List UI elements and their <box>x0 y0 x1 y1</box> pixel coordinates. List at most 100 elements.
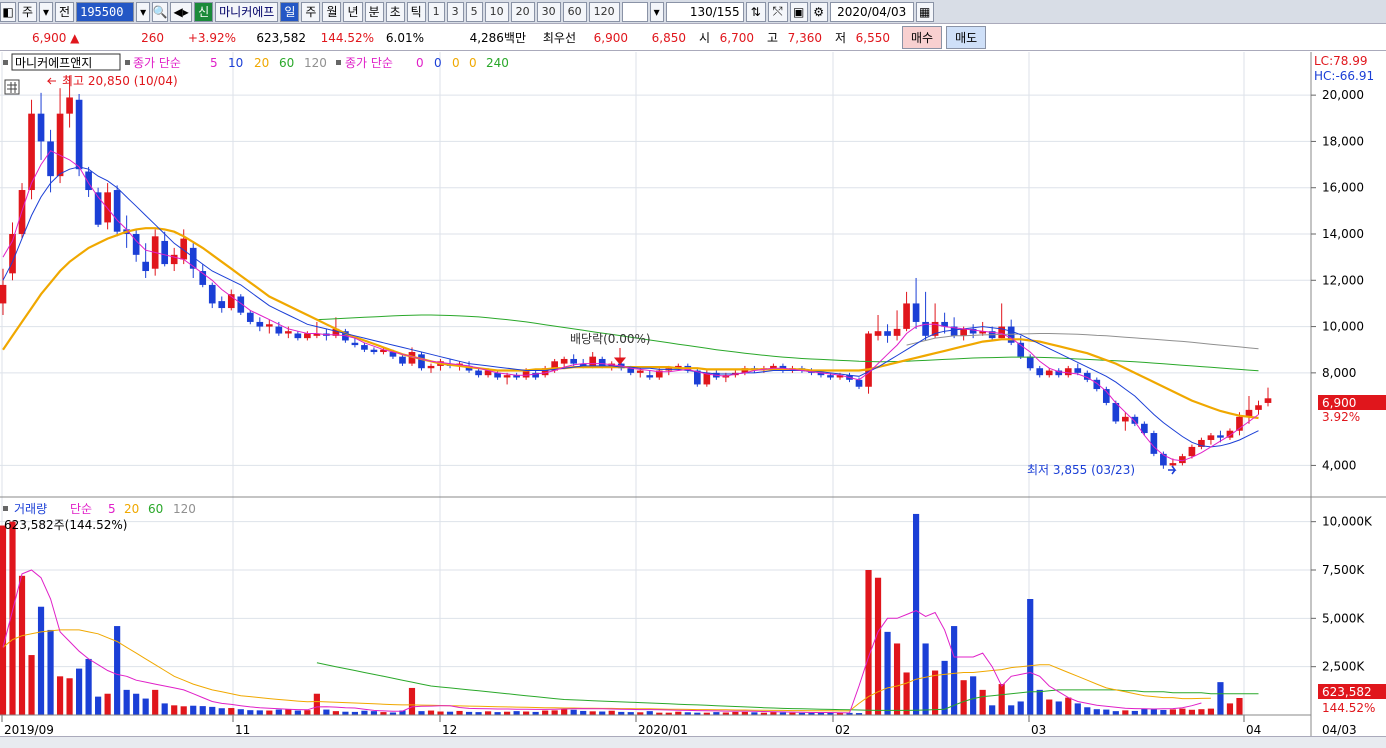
candle <box>218 301 226 309</box>
candle <box>475 370 482 376</box>
volume-bar <box>1169 709 1176 715</box>
x-label-6: 04 <box>1246 723 1261 736</box>
period-day[interactable]: 일 <box>280 1 300 22</box>
candle <box>1169 463 1177 466</box>
x-label-7: 04/03 <box>1322 723 1357 736</box>
volume-bar <box>989 705 996 715</box>
sell-button[interactable]: 매도 <box>946 26 987 49</box>
interval-30[interactable]: 30 <box>536 1 561 22</box>
interval-1[interactable]: 1 <box>427 1 445 22</box>
vy-label-3: 2,500K <box>1322 660 1365 674</box>
market-select[interactable]: 주 <box>18 1 38 22</box>
candle <box>275 326 283 334</box>
trade-amount: 4,286백만 <box>469 31 526 45</box>
volume-bar <box>912 513 920 715</box>
period-week[interactable]: 주 <box>301 1 321 22</box>
save-icon[interactable]: ▣ <box>789 1 808 22</box>
table-icon[interactable] <box>4 79 20 95</box>
volume-bar <box>313 693 320 715</box>
crosshair-icon[interactable]: ⤲ <box>767 1 788 22</box>
code-dropdown-icon[interactable]: ▾ <box>136 1 151 22</box>
volume-bar <box>1217 682 1224 715</box>
vol-legend-marker <box>3 506 8 511</box>
compare-icon[interactable]: ⇅ <box>745 1 766 22</box>
volume-bar <box>1065 697 1072 715</box>
y-label-0: 20,000 <box>1322 88 1364 102</box>
stock-chart[interactable]: 20,000 18,000 16,000 14,000 12,000 10,000 8,00… <box>0 52 1386 736</box>
candle <box>1217 435 1224 438</box>
best-bid: 6,850 <box>651 30 686 45</box>
candle <box>893 328 901 336</box>
candle <box>399 356 406 364</box>
last-volume: 623,582 <box>1322 685 1372 699</box>
volume-bar <box>332 711 339 715</box>
period-month[interactable]: 월 <box>322 1 342 22</box>
y-label-4: 12,000 <box>1322 273 1364 287</box>
legend-ma2-label: 종가 단순 <box>345 56 393 70</box>
volume-bar <box>418 711 425 715</box>
volume-bar <box>152 689 159 715</box>
date-input[interactable]: 2020/04/03 <box>829 1 914 22</box>
volume-bar <box>1046 699 1053 715</box>
buy-button[interactable]: 매수 <box>902 26 943 49</box>
y-label-3: 14,000 <box>1322 227 1364 241</box>
prev-button[interactable]: 전 <box>55 1 75 22</box>
volume-bar <box>1122 710 1129 715</box>
volume-bar <box>599 711 606 715</box>
bar-count-input[interactable]: 130/155 <box>665 1 744 22</box>
custom-dropdown-icon[interactable]: ▾ <box>649 1 664 22</box>
candle <box>427 365 435 369</box>
calendar-icon[interactable]: ▦ <box>915 1 934 22</box>
period-tick[interactable]: 틱 <box>406 1 426 22</box>
panel-icon[interactable]: ◧ <box>0 1 16 22</box>
volume-bar <box>1160 709 1167 715</box>
stock-code-input[interactable]: 195500 <box>76 1 135 22</box>
candle <box>75 99 83 170</box>
volume-bar <box>893 643 901 715</box>
candle <box>1036 368 1044 376</box>
volume-bar <box>903 672 910 715</box>
interval-5[interactable]: 5 <box>465 1 483 22</box>
volume-bar <box>171 705 178 715</box>
volume-bar <box>922 643 929 715</box>
gear-icon[interactable]: ⚙ <box>809 1 828 22</box>
period-year[interactable]: 년 <box>343 1 363 22</box>
open-price: 6,700 <box>719 30 754 45</box>
volume-bar <box>523 711 530 715</box>
legend-ma240: 240 <box>486 56 509 70</box>
candle <box>636 370 644 373</box>
volume-bar <box>513 711 520 715</box>
candle <box>1207 435 1215 440</box>
candle <box>361 345 368 350</box>
volume-bar <box>228 708 235 715</box>
volume-bar <box>437 711 444 715</box>
volume-bar <box>37 606 45 715</box>
candle <box>1188 446 1196 457</box>
price-legend: 마니커에프앤지 종가 단순 5 10 20 60 120 종가 단순 0 0 0… <box>3 53 509 71</box>
interval-3[interactable]: 3 <box>446 1 464 22</box>
turnover-rate: 6.01% <box>385 30 424 45</box>
candle <box>1122 416 1129 422</box>
scrollbar[interactable] <box>0 736 1386 748</box>
candle <box>560 358 568 364</box>
toolbar: ◧ 주 ▾ 전 195500 ▾ 🔍 ◀▸ 신 마니커에프 일 주 월 년 분 … <box>0 0 1386 24</box>
high-label: 고 <box>766 31 778 45</box>
interval-120[interactable]: 120 <box>588 1 620 22</box>
interval-20[interactable]: 20 <box>510 1 535 22</box>
interval-60[interactable]: 60 <box>562 1 587 22</box>
candle <box>1074 368 1082 373</box>
custom-interval-input[interactable] <box>621 1 648 22</box>
legend-ma20: 20 <box>254 56 269 70</box>
volume-bar <box>1093 709 1100 715</box>
search-icon[interactable]: 🔍 <box>152 1 169 22</box>
volume-bar <box>932 670 939 715</box>
dropdown-icon[interactable]: ▾ <box>39 1 54 22</box>
period-min[interactable]: 분 <box>364 1 384 22</box>
period-sec[interactable]: 초 <box>385 1 405 22</box>
volume-bar <box>218 708 225 715</box>
candle <box>142 261 149 272</box>
speaker-icon[interactable]: ◀▸ <box>170 1 193 22</box>
volume-bar <box>874 577 882 715</box>
volume-bar <box>1188 709 1196 715</box>
interval-10[interactable]: 10 <box>484 1 509 22</box>
